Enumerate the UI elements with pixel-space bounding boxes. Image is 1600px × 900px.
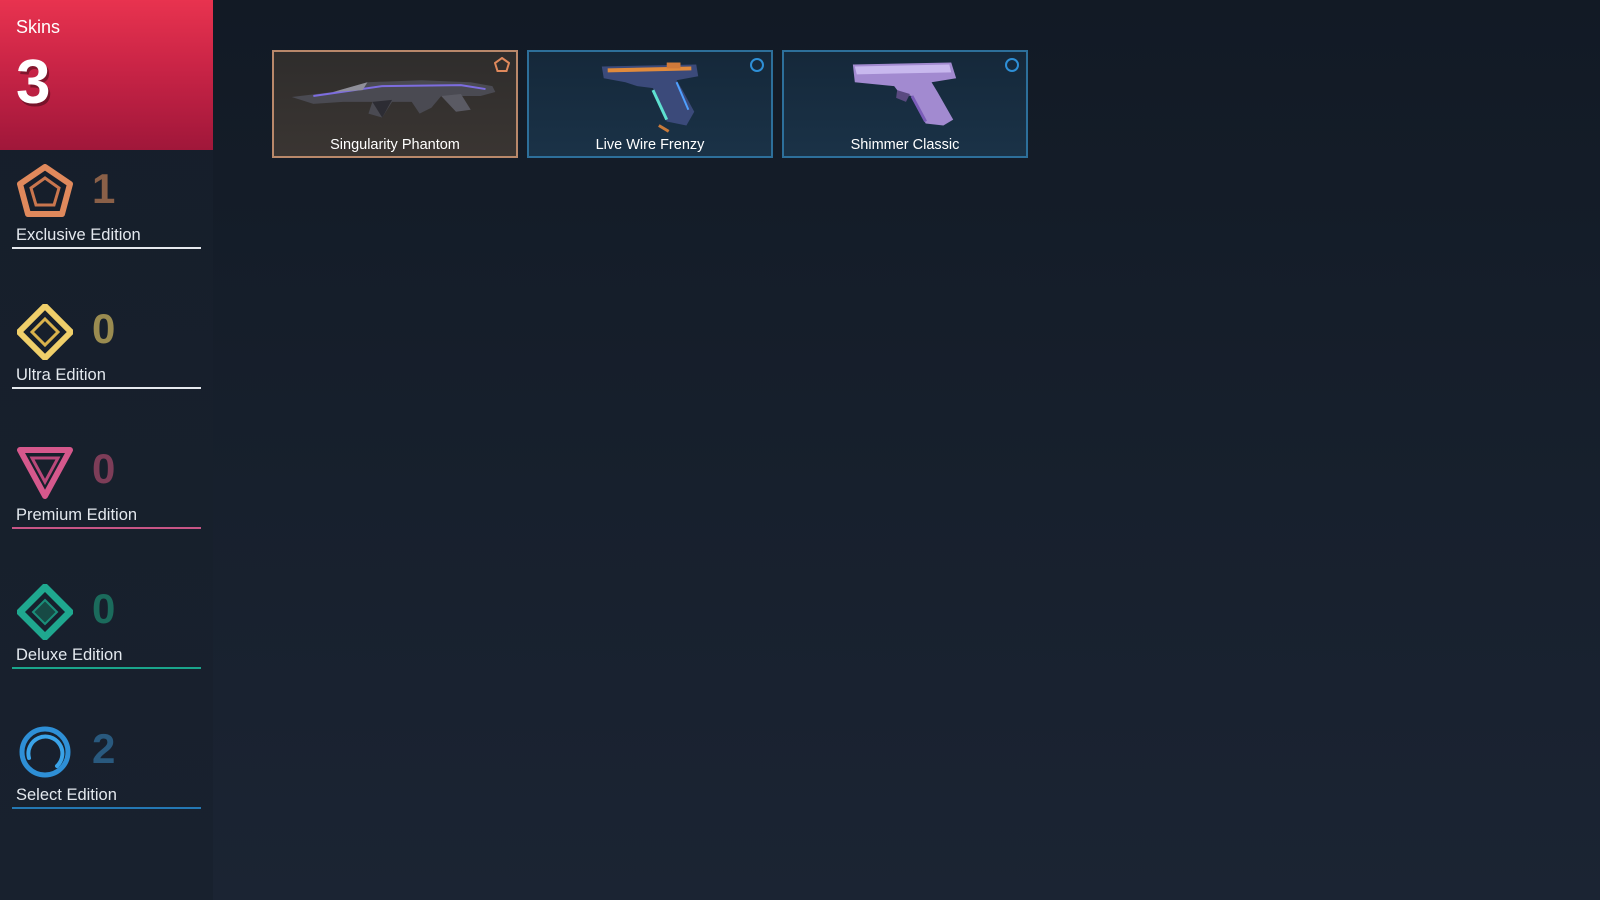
tier-select-label: Select Edition [16, 786, 117, 804]
tier-exclusive-label: Exclusive Edition [16, 226, 141, 244]
tier-select-count: 2 [92, 725, 116, 772]
tier-ultra-label: Ultra Edition [16, 366, 106, 384]
skin-name: Shimmer Classic [850, 137, 960, 153]
tier-deluxe-underline [12, 667, 201, 669]
skin-card[interactable]: Shimmer Classic [782, 50, 1028, 158]
skin-card[interactable]: Singularity Phantom [272, 50, 518, 158]
skins-total-card: Skins 3 [0, 0, 213, 150]
tier-select-underline [12, 807, 201, 809]
singularity-phantom-image [291, 80, 496, 118]
skins-total-label: Skins [16, 17, 61, 37]
tier-ultra-count: 0 [92, 305, 116, 352]
tier-deluxe-count: 0 [92, 585, 116, 632]
ultra-diamond-icon [17, 304, 73, 360]
skin-name: Live Wire Frenzy [595, 137, 705, 153]
select-corner-icon [750, 58, 764, 72]
tier-sidebar: Skins 3 1 Exclusive Edition 0 Ultra Edit… [0, 0, 213, 900]
skin-name: Singularity Phantom [330, 137, 460, 153]
tier-deluxe[interactable]: 0 Deluxe Edition [0, 584, 213, 704]
live-wire-frenzy-image [601, 62, 699, 133]
skin-card[interactable]: Live Wire Frenzy [527, 50, 773, 158]
tier-select[interactable]: 2 Select Edition [0, 724, 213, 844]
tier-premium-underline [12, 527, 201, 529]
tier-premium-label: Premium Edition [16, 506, 138, 524]
tier-exclusive[interactable]: 1 Exclusive Edition [0, 164, 213, 284]
deluxe-diamond-icon [17, 584, 73, 640]
tier-premium[interactable]: 0 Premium Edition [0, 444, 213, 564]
premium-triangle-icon [17, 447, 73, 499]
tier-exclusive-count: 1 [92, 165, 116, 212]
tier-exclusive-underline [12, 247, 201, 249]
select-corner-icon [1005, 58, 1019, 72]
shimmer-classic-image [852, 62, 957, 126]
tier-premium-count: 0 [92, 445, 116, 492]
tier-deluxe-label: Deluxe Edition [16, 646, 123, 664]
tier-ultra[interactable]: 0 Ultra Edition [0, 304, 213, 424]
exclusive-pentagon-icon [17, 164, 73, 217]
select-circle-icon [19, 726, 71, 778]
skins-total-count: 3 [16, 48, 51, 117]
exclusive-corner-icon [494, 57, 510, 72]
tier-ultra-underline [12, 387, 201, 389]
